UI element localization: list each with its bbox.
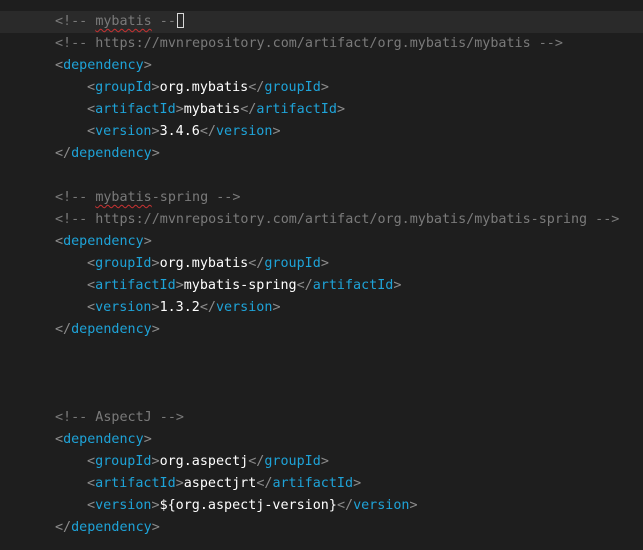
- artifactid-value: mybatis-spring: [183, 278, 297, 293]
- code-line[interactable]: <dependency>: [0, 55, 643, 77]
- text-cursor: [176, 13, 184, 28]
- code-line[interactable]: </dependency>: [0, 319, 643, 341]
- dependency-close-tag: dependency: [71, 322, 152, 337]
- version-open-tag: version: [95, 124, 152, 139]
- code-line[interactable]: <groupId>org.aspectj</groupId>: [0, 451, 643, 473]
- artifactid-close-tag: artifactId: [312, 278, 394, 293]
- code-line[interactable]: <!-- mybatis-spring -->: [0, 187, 643, 209]
- code-line[interactable]: <artifactId>mybatis</artifactId>: [0, 99, 643, 121]
- comment-name-misspelled: mybatis: [95, 14, 152, 29]
- groupid-value: org.aspectj: [159, 454, 249, 469]
- groupid-close-tag: groupId: [264, 80, 321, 95]
- code-line[interactable]: <!-- AspectJ -->: [0, 407, 643, 429]
- artifactid-open-tag: artifactId: [95, 476, 176, 491]
- comment-name-misspelled: mybatis: [95, 190, 152, 205]
- version-value: 1.3.2: [159, 300, 200, 315]
- version-value: ${org.aspectj-version}: [159, 498, 337, 513]
- code-line[interactable]: <version>3.4.6</version>: [0, 121, 643, 143]
- comment-close: --: [151, 14, 176, 29]
- artifactid-open-tag: artifactId: [95, 278, 176, 293]
- dependency-close-tag: dependency: [71, 146, 152, 161]
- version-close-tag: version: [353, 498, 410, 513]
- code-line[interactable]: <artifactId>aspectjrt</artifactId>: [0, 473, 643, 495]
- code-line[interactable]: <version>1.3.2</version>: [0, 297, 643, 319]
- code-line[interactable]: <groupId>org.mybatis</groupId>: [0, 253, 643, 275]
- groupid-value: org.mybatis: [159, 256, 249, 271]
- code-editor[interactable]: <!-- mybatis -- <!-- https://mvnreposito…: [0, 0, 643, 550]
- groupid-close-tag: groupId: [264, 256, 321, 271]
- version-close-tag: version: [216, 124, 273, 139]
- dependency-open-tag: dependency: [63, 432, 144, 447]
- groupid-value: org.mybatis: [159, 80, 249, 95]
- version-open-tag: version: [95, 498, 152, 513]
- code-line[interactable]: <dependency>: [0, 231, 643, 253]
- version-close-tag: version: [216, 300, 273, 315]
- comment-open: <!--: [55, 190, 96, 205]
- code-line[interactable]: <dependency>: [0, 429, 643, 451]
- dependency-open-tag: dependency: [63, 58, 144, 73]
- artifactid-value: aspectjrt: [183, 476, 257, 491]
- url-comment: <!-- https://mvnrepository.com/artifact/…: [55, 212, 620, 227]
- groupid-close-tag: groupId: [264, 454, 321, 469]
- aspectj-comment: <!-- AspectJ -->: [55, 410, 184, 425]
- dependency-open-tag: dependency: [63, 234, 144, 249]
- url-comment: <!-- https://mvnrepository.com/artifact/…: [55, 36, 563, 51]
- code-line[interactable]: </dependency>: [0, 517, 643, 539]
- comment-rest: -spring -->: [151, 190, 241, 205]
- code-line[interactable]: <!-- https://mvnrepository.com/artifact/…: [0, 209, 643, 231]
- comment-open: <!--: [55, 14, 96, 29]
- code-line[interactable]: <artifactId>mybatis-spring</artifactId>: [0, 275, 643, 297]
- version-open-tag: version: [95, 300, 152, 315]
- groupid-open-tag: groupId: [95, 454, 152, 469]
- code-line[interactable]: <groupId>org.mybatis</groupId>: [0, 77, 643, 99]
- code-line[interactable]: </dependency>: [0, 143, 643, 165]
- version-value: 3.4.6: [159, 124, 200, 139]
- groupid-open-tag: groupId: [95, 80, 152, 95]
- artifactid-close-tag: artifactId: [272, 476, 354, 491]
- code-line[interactable]: <version>${org.aspectj-version}</version…: [0, 495, 643, 517]
- dependency-close-tag: dependency: [71, 520, 152, 535]
- artifactid-value: mybatis: [183, 102, 241, 117]
- groupid-open-tag: groupId: [95, 256, 152, 271]
- artifactid-open-tag: artifactId: [95, 102, 176, 117]
- artifactid-close-tag: artifactId: [256, 102, 337, 117]
- code-line[interactable]: <!-- mybatis --: [0, 11, 643, 33]
- code-line[interactable]: <!-- https://mvnrepository.com/artifact/…: [0, 33, 643, 55]
